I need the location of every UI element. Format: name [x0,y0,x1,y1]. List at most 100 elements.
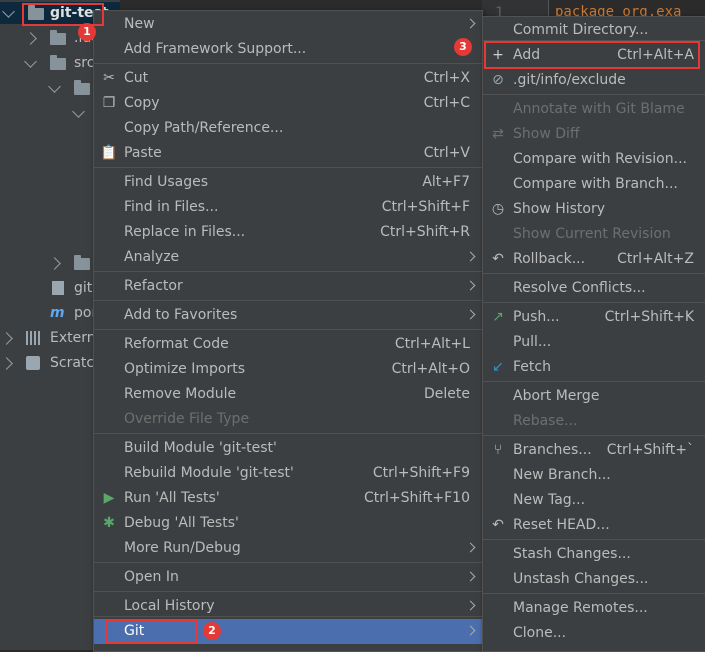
menu-separator [483,593,705,594]
git-menu-item-show-history[interactable]: ◷ Show History [483,197,705,222]
git-menu-item-new-tag[interactable]: New Tag... [483,488,705,513]
git-menu-item-fetch[interactable]: ↙ Fetch [483,355,705,380]
context-menu-item-rebuild-module-git-test[interactable]: Rebuild Module 'git-test' Ctrl+Shift+F9 [94,461,482,486]
menu-item-label: Replace in Files... [124,224,246,240]
context-menu-item-optimize-imports[interactable]: Optimize Imports Ctrl+Alt+O [94,357,482,382]
folder-icon [74,80,90,95]
context-menu-item-new[interactable]: New [94,12,482,37]
context-menu-item-paste[interactable]: 📋 Paste Ctrl+V [94,141,482,166]
menu-item-label: Push... [513,309,560,325]
copy-icon: ❐ [102,95,116,111]
menu-item-label: Branches... [513,442,592,458]
menu-item-label: Override File Type [124,411,250,427]
menu-item-shortcut: Ctrl+Alt+L [394,336,470,352]
menu-item-label: Show History [513,201,606,217]
git-menu-item-manage-remotes[interactable]: Manage Remotes... [483,596,705,621]
menu-separator [94,167,482,168]
paste-icon: 📋 [100,145,118,161]
context-menu-item-debug-all-tests[interactable]: ✱ Debug 'All Tests' [94,511,482,536]
chevron-down-icon[interactable] [48,80,61,93]
git-menu-item-clone[interactable]: Clone... [483,621,705,646]
git-menu-item-branches[interactable]: ⑂ Branches... Ctrl+Shift+` [483,438,705,463]
menu-separator [94,616,482,617]
submenu-arrow-icon [465,625,476,636]
chevron-down-icon[interactable] [72,105,85,118]
context-menu-item-copy[interactable]: ❐ Copy Ctrl+C [94,91,482,116]
context-menu-item-copy-path-reference[interactable]: Copy Path/Reference... [94,116,482,141]
git-menu-item-new-branch[interactable]: New Branch... [483,463,705,488]
chevron-right-icon[interactable] [0,332,13,345]
git-menu-item-unstash-changes[interactable]: Unstash Changes... [483,567,705,592]
context-menu-item-more-run-debug[interactable]: More Run/Debug [94,536,482,561]
git-menu-item-pull[interactable]: Pull... [483,330,705,355]
menu-item-label: Rebase... [513,413,578,429]
step-badge-1: 1 [78,23,96,41]
context-menu-item-add-framework-support[interactable]: Add Framework Support... [94,37,482,62]
context-menu-item-remove-module[interactable]: Remove Module Delete [94,382,482,407]
menu-item-label: New [124,16,155,32]
menu-item-label: Pull... [513,334,552,350]
fetch-icon: ↙ [492,359,504,375]
git-menu-item-reset-head[interactable]: ↶ Reset HEAD... [483,513,705,538]
git-menu-item-stash-changes[interactable]: Stash Changes... [483,542,705,567]
menu-separator [94,433,482,434]
libraries-icon [26,331,42,345]
menu-item-label: Show Current Revision [513,226,671,242]
context-menu: New Add Framework Support... ✂ Cut Ctrl+X ❐ Co… [93,10,483,652]
menu-separator [483,94,705,95]
menu-item-label: Reformat Code [124,336,229,352]
ignore-file-icon: ⊘ [492,72,504,88]
context-menu-item-cut[interactable]: ✂ Cut Ctrl+X [94,66,482,91]
menu-item-label: Analyze [124,249,180,265]
menu-item-label: Clone... [513,625,567,641]
submenu-arrow-icon [465,251,476,262]
menu-item-label: Compare with Revision... [513,151,687,167]
menu-item-label: Add Framework Support... [124,41,307,57]
chevron-right-icon[interactable] [0,357,13,370]
menu-item-shortcut: Ctrl+V [423,145,470,161]
git-menu-item-compare-with-revision[interactable]: Compare with Revision... [483,147,705,172]
menu-item-label: Show Diff [513,126,580,142]
context-menu-item-open-in[interactable]: Open In [94,565,482,590]
menu-item-shortcut: Ctrl+Shift+F10 [363,490,470,506]
folder-icon [50,55,66,70]
menu-item-label: Refactor [124,278,183,294]
menu-separator [483,381,705,382]
context-menu-item-find-usages[interactable]: Find Usages Alt+F7 [94,170,482,195]
chevron-down-icon[interactable] [2,5,15,18]
git-menu-item-compare-with-branch[interactable]: Compare with Branch... [483,172,705,197]
history-icon: ◷ [491,201,505,217]
git-menu-item-abort-merge[interactable]: Abort Merge [483,384,705,409]
menu-item-label: Rebuild Module 'git-test' [124,465,294,481]
menu-separator [94,271,482,272]
menu-item-label: Reset HEAD... [513,517,610,533]
context-menu-item-replace-in-files[interactable]: Replace in Files... Ctrl+Shift+R [94,220,482,245]
submenu-arrow-icon [465,542,476,553]
menu-item-shortcut: Ctrl+Shift+F9 [372,465,470,481]
context-menu-item-find-in-files[interactable]: Find in Files... Ctrl+Shift+F [94,195,482,220]
menu-item-shortcut: Ctrl+Shift+F [381,199,470,215]
context-menu-item-refactor[interactable]: Refactor [94,274,482,299]
context-menu-item-add-to-favorites[interactable]: Add to Favorites [94,303,482,328]
context-menu-item-build-module-git-test[interactable]: Build Module 'git-test' [94,436,482,461]
menu-item-label: Optimize Imports [124,361,245,377]
tree-item-label: src [74,55,95,71]
menu-item-label: Abort Merge [513,388,600,404]
chevron-right-icon[interactable] [24,32,37,45]
menu-item-label: Add to Favorites [124,307,238,323]
branch-icon: ⑂ [493,442,503,458]
git-menu-item-git-info-exclude[interactable]: ⊘ .git/info/exclude [483,68,705,93]
chevron-right-icon[interactable] [48,257,61,270]
chevron-down-icon[interactable] [24,55,37,68]
menu-item-label: Copy [124,95,160,111]
submenu-arrow-icon [465,600,476,611]
menu-item-label: Cut [124,70,149,86]
git-menu-item-push[interactable]: ↗ Push... Ctrl+Shift+K [483,305,705,330]
context-menu-item-run-all-tests[interactable]: ▶ Run 'All Tests' Ctrl+Shift+F10 [94,486,482,511]
git-menu-item-rollback[interactable]: ↶ Rollback... Ctrl+Alt+Z [483,247,705,272]
git-menu-item-annotate-with-git-blame: Annotate with Git Blame [483,97,705,122]
context-menu-item-analyze[interactable]: Analyze [94,245,482,270]
git-menu-item-resolve-conflicts[interactable]: Resolve Conflicts... [483,276,705,301]
menu-item-label: New Branch... [513,467,611,483]
context-menu-item-reformat-code[interactable]: Reformat Code Ctrl+Alt+L [94,332,482,357]
